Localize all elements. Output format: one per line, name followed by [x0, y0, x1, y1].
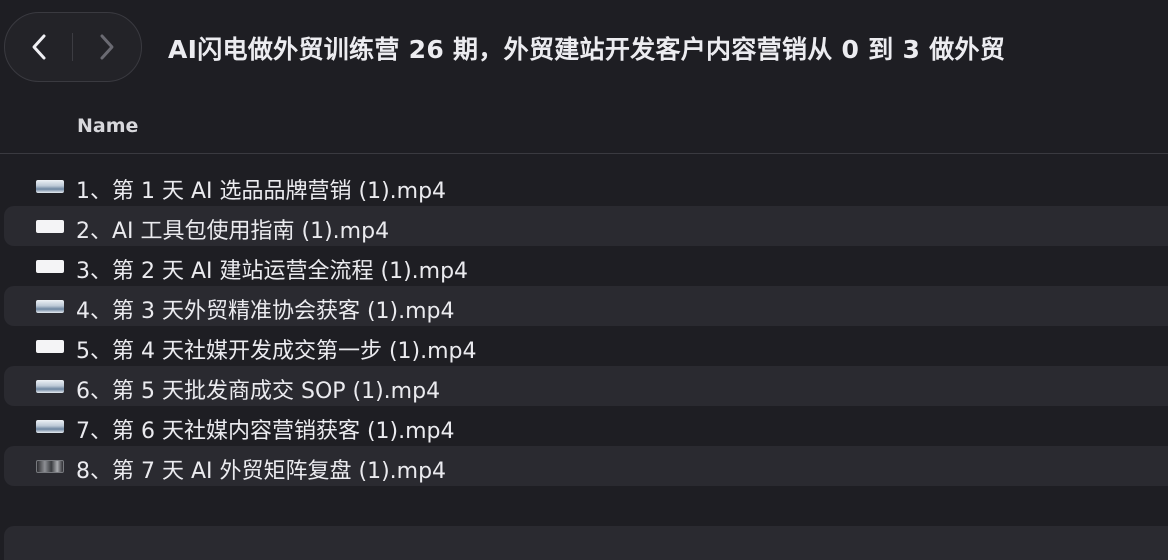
- file-row[interactable]: 3、第 2 天 AI 建站运营全流程 (1).mp4: [4, 246, 1168, 286]
- video-file-icon: [36, 380, 64, 393]
- file-name: 7、第 6 天社媒内容营销获客 (1).mp4: [76, 419, 455, 444]
- file-row[interactable]: 4、第 3 天外贸精准协会获客 (1).mp4: [4, 286, 1168, 326]
- video-file-icon: [36, 420, 64, 433]
- video-file-icon: [36, 180, 64, 193]
- file-list: 1、第 1 天 AI 选品品牌营销 (1).mp4 2、AI 工具包使用指南 (1…: [0, 166, 1168, 486]
- video-file-icon: [36, 260, 64, 273]
- file-row[interactable]: 6、第 5 天批发商成交 SOP (1).mp4: [4, 366, 1168, 406]
- video-file-icon: [36, 340, 64, 353]
- video-file-icon: [36, 300, 64, 313]
- file-name: 1、第 1 天 AI 选品品牌营销 (1).mp4: [76, 179, 447, 204]
- column-header-row: Name: [0, 98, 1168, 154]
- video-file-icon: [36, 460, 64, 473]
- file-name: 2、AI 工具包使用指南 (1).mp4: [76, 219, 390, 244]
- file-row[interactable]: 2、AI 工具包使用指南 (1).mp4: [4, 206, 1168, 246]
- toolbar: AI闪电做外贸训练营 26 期，外贸建站开发客户内容营销从 0 到 3 做外贸: [0, 0, 1168, 98]
- file-name: 8、第 7 天 AI 外贸矩阵复盘 (1).mp4: [76, 459, 447, 484]
- window-title: AI闪电做外贸训练营 26 期，外贸建站开发客户内容营销从 0 到 3 做外贸: [168, 35, 1006, 64]
- navigation-controls: [4, 12, 142, 82]
- empty-list-row: [4, 526, 1168, 560]
- file-row[interactable]: 7、第 6 天社媒内容营销获客 (1).mp4: [4, 406, 1168, 446]
- file-row[interactable]: 8、第 7 天 AI 外贸矩阵复盘 (1).mp4: [4, 446, 1168, 486]
- file-row[interactable]: 5、第 4 天社媒开发成交第一步 (1).mp4: [4, 326, 1168, 366]
- video-file-icon: [36, 220, 64, 233]
- file-name: 3、第 2 天 AI 建站运营全流程 (1).mp4: [76, 259, 469, 284]
- forward-button[interactable]: [73, 13, 139, 81]
- chevron-left-icon: [32, 34, 46, 60]
- file-name: 4、第 3 天外贸精准协会获客 (1).mp4: [76, 299, 455, 324]
- file-name: 5、第 4 天社媒开发成交第一步 (1).mp4: [76, 339, 477, 364]
- chevron-right-icon: [100, 34, 114, 60]
- file-row[interactable]: 1、第 1 天 AI 选品品牌营销 (1).mp4: [4, 166, 1168, 206]
- column-header-name[interactable]: Name: [77, 115, 138, 137]
- file-name: 6、第 5 天批发商成交 SOP (1).mp4: [76, 379, 441, 404]
- back-button[interactable]: [7, 13, 73, 81]
